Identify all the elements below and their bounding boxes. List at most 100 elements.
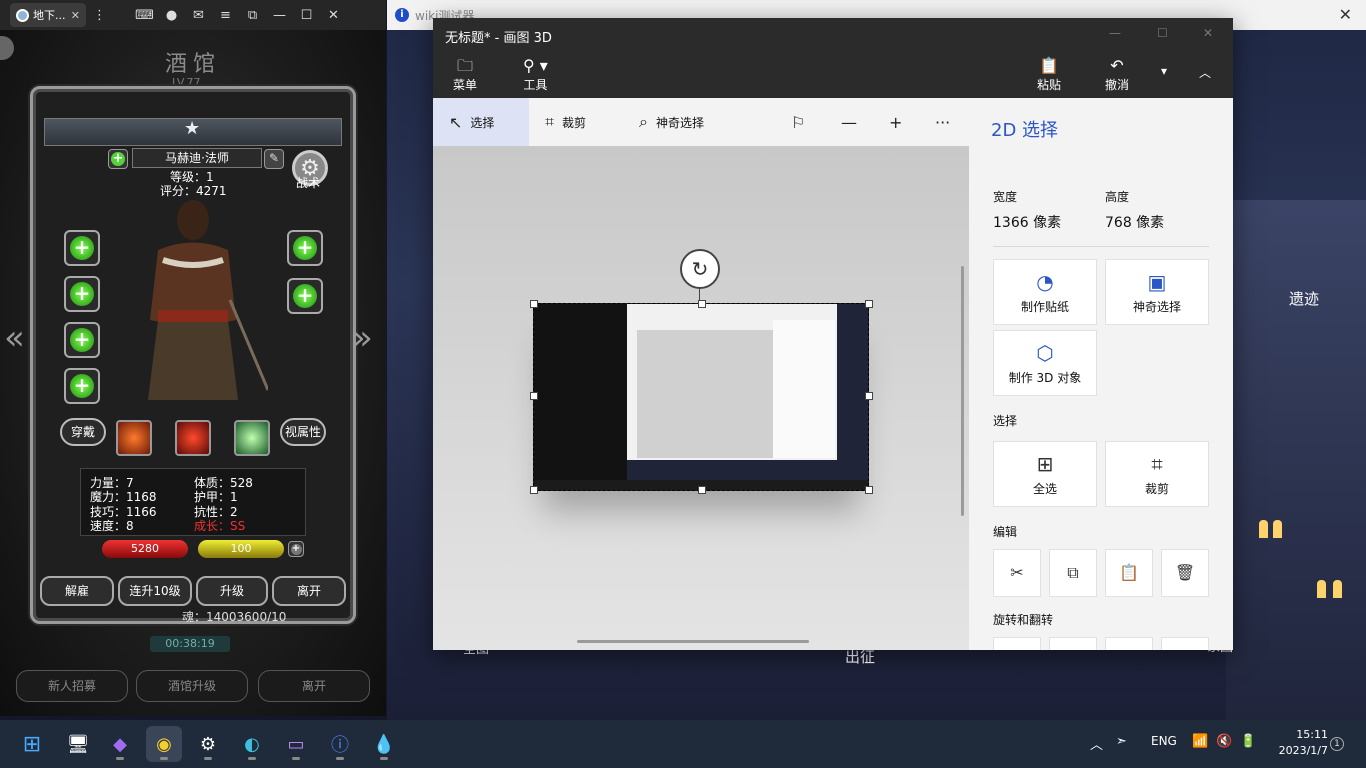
popout-icon[interactable]: ⧉ [239, 8, 266, 23]
flip-vertical-button[interactable]: ◅ [1161, 637, 1209, 650]
make-3d-button[interactable]: ⬡ 制作 3D 对象 [993, 330, 1097, 396]
width-value[interactable]: 1366 像素 [993, 212, 1061, 232]
copy-button[interactable]: ⧉ [1049, 549, 1097, 597]
resize-handle[interactable] [865, 486, 873, 494]
paste-button[interactable]: 📋 粘贴 [1037, 56, 1061, 93]
rename-icon[interactable]: ✎ [264, 149, 284, 169]
history-dropdown[interactable]: ▾ [1161, 64, 1167, 78]
plus-icon: + [889, 112, 903, 132]
resize-handle[interactable] [530, 392, 538, 400]
more-icon[interactable]: ⋮ [86, 8, 113, 23]
height-value[interactable]: 768 像素 [1105, 212, 1164, 232]
settings-icon[interactable]: ⚙ [190, 726, 226, 762]
close-icon[interactable]: ✕ [1203, 26, 1213, 40]
equip-slot-3[interactable]: + [64, 322, 100, 358]
language-indicator[interactable]: ENG [1151, 734, 1177, 748]
menu-icon[interactable]: ≡ [212, 8, 239, 23]
mute-icon[interactable]: 🔇 [1216, 734, 1232, 749]
equip-slot-1[interactable]: + [64, 230, 100, 266]
prev-hero-arrow[interactable]: « [4, 318, 25, 358]
resize-handle[interactable] [530, 300, 538, 308]
more-options-button[interactable]: ··· [935, 98, 950, 146]
game-tab[interactable]: 地下... ✕ [10, 3, 86, 27]
skill-slot-3[interactable] [234, 420, 270, 456]
wifi-icon[interactable]: 📶 [1192, 734, 1208, 749]
next-hero-arrow[interactable]: » [352, 318, 373, 358]
resize-handle[interactable] [698, 486, 706, 494]
equip-slot-5[interactable]: + [287, 230, 323, 266]
maximize-icon[interactable]: ☐ [1157, 26, 1168, 40]
flip-horizontal-button[interactable]: ◭ [1105, 637, 1153, 650]
resize-handle[interactable] [865, 392, 873, 400]
game-app-icon[interactable]: ◉ [146, 726, 182, 762]
recruit-button[interactable]: 新人招募 [16, 670, 128, 702]
resize-handle[interactable] [698, 300, 706, 308]
account-icon[interactable]: ● [158, 8, 185, 23]
vertical-scrollbar[interactable] [961, 266, 964, 516]
menu-button[interactable]: 🗀 菜单 [453, 56, 477, 93]
tools-button[interactable]: ⚲ ▾ 工具 [523, 56, 548, 93]
rotate-handle[interactable]: ↻ [680, 249, 720, 289]
view-attr-button[interactable]: 视属性 [280, 418, 326, 446]
upgrade-10-button[interactable]: 连升10级 [118, 576, 192, 606]
paint-canvas[interactable]: ↻ [433, 146, 969, 650]
collapse-ribbon-button[interactable]: ︿ [1199, 64, 1211, 81]
paste-button[interactable]: 📋 [1105, 549, 1153, 597]
close-window-icon[interactable]: ✕ [320, 8, 347, 23]
clock[interactable]: 15:11 2023/1/7 [1279, 727, 1328, 759]
resize-handle[interactable] [530, 486, 538, 494]
zoom-in-button[interactable]: + [889, 98, 902, 146]
desktop-app-icon[interactable]: 🖥 [60, 726, 96, 762]
location-icon[interactable]: ➣ [1116, 734, 1127, 749]
close-icon[interactable]: ✕ [71, 9, 80, 22]
crop-button[interactable]: ⌗ 裁剪 [1105, 441, 1209, 507]
gamepad-icon[interactable]: ⌨ [131, 8, 158, 23]
pasted-screenshot[interactable] [533, 303, 869, 491]
zoom-out-button[interactable]: — [841, 98, 857, 146]
leave-bottom-button[interactable]: 离开 [258, 670, 370, 702]
terminal-icon[interactable]: ▭ [278, 726, 314, 762]
equip-slot-2[interactable]: + [64, 276, 100, 312]
rotate-right-button[interactable]: ↻ [1049, 637, 1097, 650]
star-icon: ★ [184, 118, 201, 139]
equip-slot-4[interactable]: + [64, 368, 100, 404]
close-icon[interactable]: ✕ [1339, 5, 1352, 24]
crop-tool[interactable]: ⌗ 裁剪 [545, 98, 586, 146]
minimize-icon[interactable]: — [266, 8, 293, 23]
add-button[interactable]: + [108, 149, 128, 169]
select-all-button[interactable]: ⊞ 全选 [993, 441, 1097, 507]
leave-button[interactable]: 离开 [272, 576, 346, 606]
castle-window [1333, 580, 1342, 598]
view-3d-button[interactable]: ⚐ [791, 98, 805, 146]
equip-slot-6[interactable]: + [287, 278, 323, 314]
skill-slot-2[interactable] [175, 420, 211, 456]
undo-button[interactable]: ↶ 撤消 [1105, 56, 1129, 93]
delete-button[interactable]: 🗑 [1161, 549, 1209, 597]
tavern-upgrade-button[interactable]: 酒馆升级 [136, 670, 248, 702]
mail-icon[interactable]: ✉ [185, 8, 212, 23]
select-tool[interactable]: ↖ 选择 [433, 98, 529, 146]
resize-handle[interactable] [865, 300, 873, 308]
start-icon[interactable]: ⊞ [14, 726, 50, 762]
add-energy-button[interactable]: + [288, 541, 304, 557]
upgrade-button[interactable]: 升级 [196, 576, 268, 606]
visual-studio-icon[interactable]: ◆ [102, 726, 138, 762]
make-sticker-button[interactable]: ◔ 制作贴纸 [993, 259, 1097, 325]
relic-label[interactable]: 遗迹 [1289, 288, 1319, 309]
skill-slot-1[interactable] [116, 420, 152, 456]
magic-select-button[interactable]: ▣ 神奇选择 [1105, 259, 1209, 325]
tray-overflow-icon[interactable]: ︿ [1090, 734, 1103, 753]
edge-icon[interactable]: ◐ [234, 726, 270, 762]
dismiss-button[interactable]: 解雇 [40, 576, 114, 606]
notification-badge[interactable]: 1 [1330, 737, 1344, 751]
paint3d-icon[interactable]: 💧 [366, 726, 402, 762]
maximize-icon[interactable]: ☐ [293, 8, 320, 23]
horizontal-scrollbar[interactable] [577, 640, 809, 643]
magic-select-tool[interactable]: ⌕ 神奇选择 [639, 98, 704, 146]
rotate-left-button[interactable]: ↺ [993, 637, 1041, 650]
minimize-icon[interactable]: — [1109, 26, 1121, 40]
info-app-icon[interactable]: ⓘ [322, 726, 358, 762]
wear-button[interactable]: 穿戴 [60, 418, 106, 446]
battery-icon[interactable]: 🔋 [1240, 734, 1256, 749]
cut-button[interactable]: ✂ [993, 549, 1041, 597]
